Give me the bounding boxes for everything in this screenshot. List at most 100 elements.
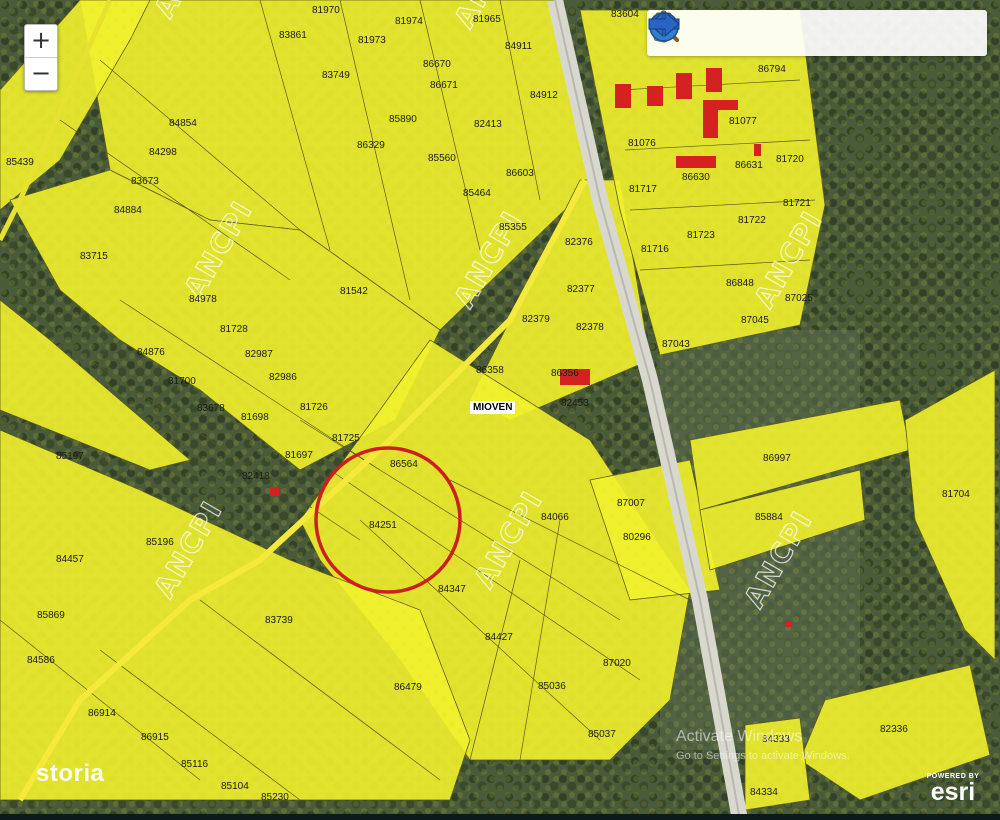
next-extent-tool[interactable] — [648, 10, 979, 53]
parcel-number-label: 81970 — [312, 5, 340, 16]
parcel-number-label: 87025 — [785, 293, 813, 304]
parcel-number-label: 81704 — [942, 489, 970, 500]
parcel-number-label: 84457 — [56, 554, 84, 565]
parcel-number-label: 85869 — [37, 610, 65, 621]
parcel-number-label: 85196 — [146, 537, 174, 548]
parcel-number-label: 81720 — [776, 154, 804, 165]
parcel-number-label: 82379 — [522, 314, 550, 325]
parcel-number-label: 85197 — [56, 451, 84, 462]
parcel-number-label: 82453 — [561, 398, 589, 409]
parcel-number-label: 86358 — [476, 365, 504, 376]
parcel-number-label: 81698 — [241, 412, 269, 423]
parcel-number-label: 83604 — [611, 9, 639, 20]
parcel-number-label: 86794 — [758, 64, 786, 75]
full-extent-tool[interactable] — [649, 12, 865, 53]
parcel-number-label: 85037 — [588, 729, 616, 740]
windows-activation-notice: Activate Windows Go to Settings to activ… — [676, 728, 850, 762]
parcel-number-label: 87045 — [741, 315, 769, 326]
parcel-number-label: 86564 — [390, 459, 418, 470]
parcel-number-label: 84911 — [505, 41, 533, 52]
parcel-number-label: 82987 — [245, 349, 273, 360]
parcel-number-label: 86630 — [682, 172, 710, 183]
parcel-number-label: 83749 — [322, 70, 350, 81]
parcel-number-label: 84298 — [149, 147, 177, 158]
parcel-number-label: 81717 — [629, 184, 657, 195]
parcel-number-label: 82336 — [880, 724, 908, 735]
parcel-number-label: 84066 — [541, 512, 569, 523]
parcel-number-label: 84978 — [189, 294, 217, 305]
parcel-number-label: 81697 — [285, 450, 313, 461]
parcel-number-label: 86914 — [88, 708, 116, 719]
parcel-number-label: 81721 — [783, 198, 811, 209]
windows-activation-heading: Activate Windows — [676, 728, 803, 745]
storia-logo: storia — [36, 760, 105, 787]
parcel-number-label: 85890 — [389, 114, 417, 125]
windows-activation-subtext: Go to Settings to activate Windows. — [676, 750, 850, 762]
parcel-number-label: 81728 — [220, 324, 248, 335]
parcel-number-label: 82377 — [567, 284, 595, 295]
parcel-number-label: 86479 — [394, 682, 422, 693]
zoom-out-tool[interactable] — [650, 13, 752, 53]
parcel-number-label: 86997 — [763, 453, 791, 464]
parcel-number-label: 84884 — [114, 205, 142, 216]
parcel-number-label: 82418 — [242, 471, 270, 482]
parcel-number-label: 82376 — [565, 237, 593, 248]
forward-arrow-icon — [648, 10, 680, 38]
parcel-number-label: 85439 — [6, 157, 34, 168]
esri-logo: esri — [930, 778, 976, 806]
parcel-number-label: 86356 — [551, 368, 579, 379]
parcel-number-label: 82986 — [269, 372, 297, 383]
parcel-number-label: 83861 — [279, 30, 307, 41]
parcel-number-label: 85464 — [463, 188, 491, 199]
map-viewport[interactable]: ANCPIANCPIANCPIANCPIANCPIANCPIANCPIANCPI… — [0, 0, 1000, 820]
bottom-strip — [0, 814, 1000, 820]
parcel-number-label: 82378 — [576, 322, 604, 333]
parcel-number-label: 84912 — [530, 90, 558, 101]
zoom-control: + − — [24, 24, 58, 91]
parcel-number-label: 85230 — [261, 792, 289, 803]
parcel-number-label: 84334 — [750, 787, 778, 798]
parcel-number-label: 83715 — [80, 251, 108, 262]
parcel-number-label: 85884 — [755, 512, 783, 523]
parcel-number-label: 81076 — [628, 138, 656, 149]
parcel-number-label: 81965 — [473, 14, 501, 25]
parcel-number-label: 81974 — [395, 16, 423, 27]
parcel-number-label: 84586 — [27, 655, 55, 666]
zoom-out-button[interactable]: − — [25, 57, 57, 90]
parcel-number-label: 85116 — [181, 759, 209, 770]
parcel-number-label: 81973 — [358, 35, 386, 46]
parcel-number-label: 86848 — [726, 278, 754, 289]
parcel-number-label: 84854 — [169, 118, 197, 129]
town-label: MIOVEN — [470, 401, 516, 414]
parcel-number-label: 83673 — [131, 176, 159, 187]
parcel-number-label: 81542 — [340, 286, 368, 297]
parcel-number-label: 86671 — [430, 80, 458, 91]
parcel-number-label: 86915 — [141, 732, 169, 743]
parcel-number-label: 85036 — [538, 681, 566, 692]
map-toolbar — [647, 10, 987, 56]
parcel-number-label: 80296 — [623, 532, 651, 543]
parcel-number-label: 81725 — [332, 433, 360, 444]
parcel-number-label: 86329 — [357, 140, 385, 151]
parcel-number-label: 86670 — [423, 59, 451, 70]
parcel-number-label: 82413 — [474, 119, 502, 130]
parcel-number-label: 86603 — [506, 168, 534, 179]
parcel-number-label: 85104 — [221, 781, 249, 792]
parcel-number-label: 84876 — [137, 347, 165, 358]
parcel-number-label: 86631 — [735, 160, 763, 171]
parcel-number-label: 87007 — [617, 498, 645, 509]
parcel-number-label: 81723 — [687, 230, 715, 241]
parcel-number-label: 87043 — [662, 339, 690, 350]
parcel-number-label: 84347 — [438, 584, 466, 595]
parcel-number-label: 83678 — [197, 403, 225, 414]
parcel-number-label: 85560 — [428, 153, 456, 164]
previous-extent-tool[interactable] — [648, 10, 922, 53]
parcel-number-label: 81700 — [168, 376, 196, 387]
parcel-number-label: 81726 — [300, 402, 328, 413]
parcel-number-label: 81722 — [738, 215, 766, 226]
parcel-number-label: 84427 — [485, 632, 513, 643]
pan-tool[interactable] — [650, 10, 809, 53]
esri-attribution: POWERED BY esri — [922, 773, 984, 806]
parcel-number-label: 84251 — [369, 520, 397, 531]
zoom-in-button[interactable]: + — [25, 25, 57, 57]
